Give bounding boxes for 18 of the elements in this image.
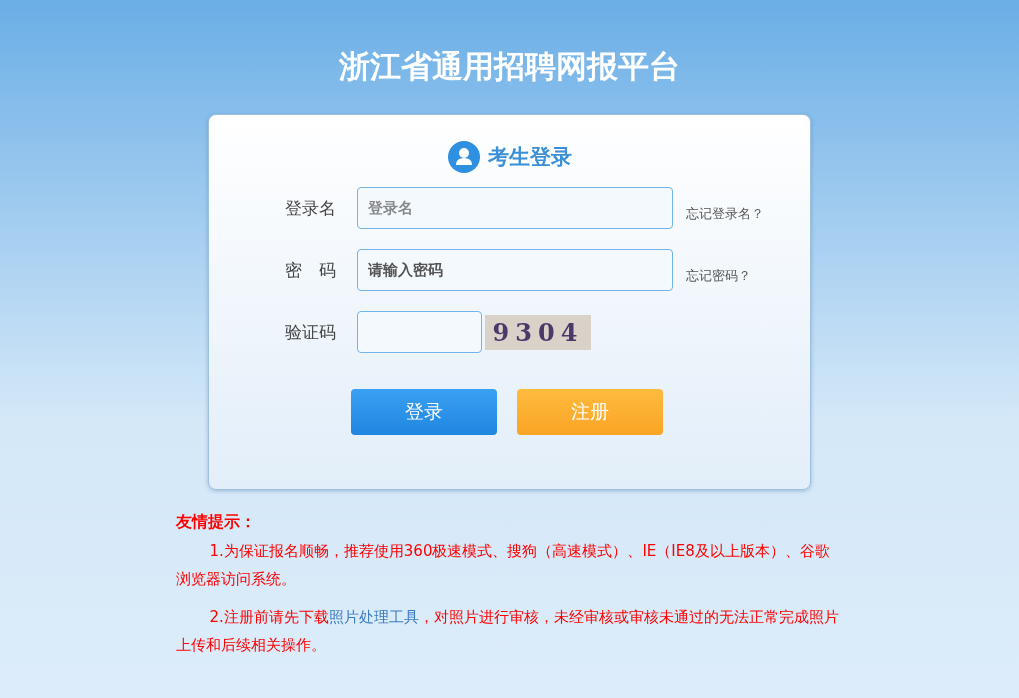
user-icon	[447, 141, 480, 173]
notice-paragraph: 1.为保证报名顺畅，推荐使用360极速模式、搜狗（高速模式）、IE（IE8及以上版本）、谷歌浏览器访问系统。	[175, 541, 831, 590]
field-label: 登录名	[285, 196, 337, 220]
register-button[interactable]: 注册	[516, 389, 663, 435]
captcha-field[interactable]	[357, 311, 482, 353]
tool-link[interactable]: 照片处理工具	[328, 608, 419, 626]
login-button[interactable]: 登录	[350, 389, 497, 435]
site-title: 浙江省通用招聘网报平台	[339, 47, 680, 86]
forgot-link[interactable]: 忘记登录名？	[686, 205, 764, 223]
captcha-image: 9304	[485, 314, 591, 350]
login-heading: 考生登录	[487, 144, 572, 171]
forgot-link[interactable]: 忘记密码？	[686, 267, 751, 285]
input-field[interactable]: 请输入密码	[357, 249, 673, 291]
notice-paragraph: 2.注册前请先下载照片处理工具，对照片进行审核，未经审核或审核未通过的无法正常完成照片上传和后续相关操作。	[175, 607, 840, 656]
notice-title: 友情提示：	[175, 512, 257, 533]
input-field[interactable]: 登录名	[357, 187, 673, 229]
field-label: 密 码	[285, 258, 337, 282]
field-label: 验证码	[285, 320, 337, 344]
